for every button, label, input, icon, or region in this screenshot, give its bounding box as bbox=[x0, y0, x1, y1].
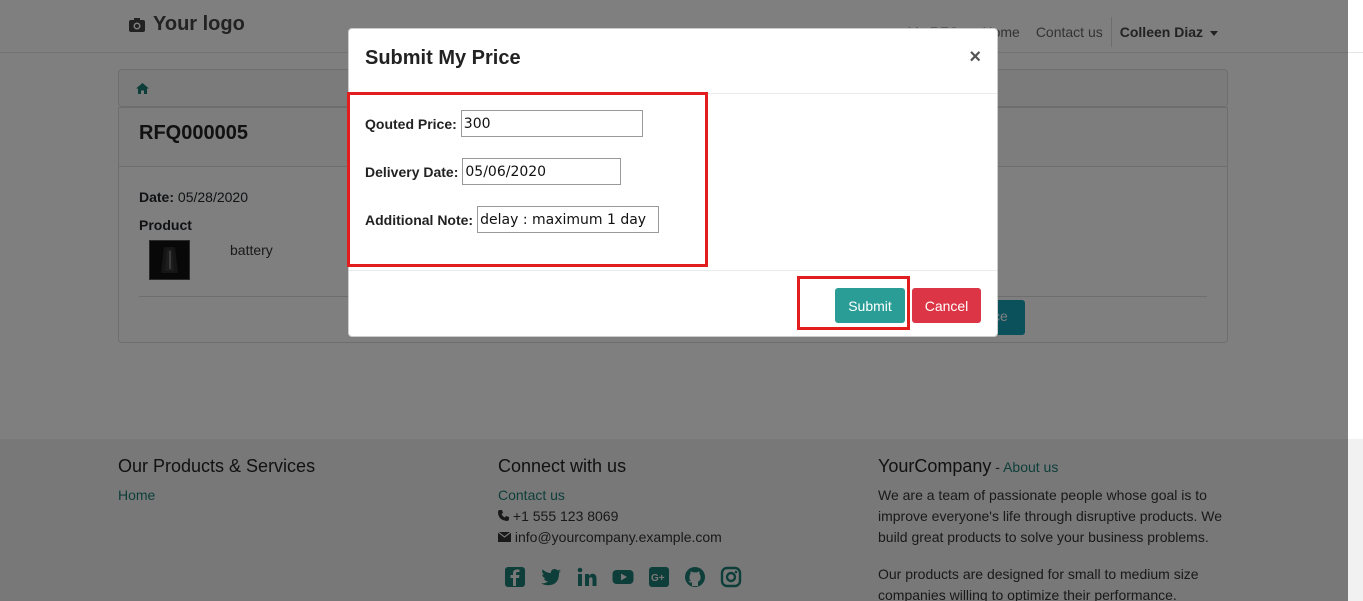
submit-price-dialog: Submit My Price × Qouted Price: Delivery… bbox=[348, 28, 998, 337]
additional-note-label: Additional Note: bbox=[365, 211, 474, 228]
modal-body: Qouted Price: Delivery Date: Additional … bbox=[349, 94, 997, 270]
quoted-price-row: Qouted Price: bbox=[365, 110, 643, 137]
close-icon[interactable]: × bbox=[969, 46, 981, 69]
modal-header: Submit My Price × bbox=[349, 29, 997, 94]
quoted-price-label: Qouted Price: bbox=[365, 115, 457, 132]
modal-title: Submit My Price bbox=[365, 47, 521, 69]
delivery-date-row: Delivery Date: bbox=[365, 158, 622, 185]
additional-note-row: Additional Note: bbox=[365, 206, 660, 233]
additional-note-input[interactable] bbox=[477, 206, 660, 233]
cancel-button[interactable]: Cancel bbox=[912, 288, 981, 323]
delivery-date-input[interactable] bbox=[462, 158, 622, 185]
quoted-price-input[interactable] bbox=[460, 110, 643, 137]
submit-button[interactable]: Submit bbox=[835, 288, 905, 323]
modal-footer: Submit Cancel bbox=[349, 270, 997, 337]
delivery-date-label: Delivery Date: bbox=[365, 163, 459, 180]
